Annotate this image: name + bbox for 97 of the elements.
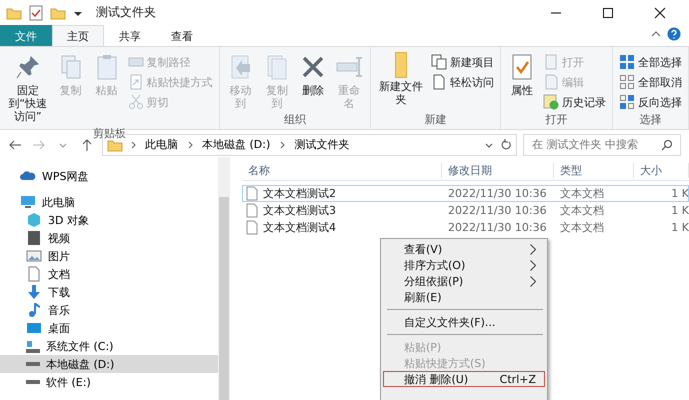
ribbon-tab[interactable]: 文件	[0, 25, 52, 46]
chevron-right-icon	[129, 140, 137, 150]
column-header[interactable]: 类型	[554, 163, 634, 178]
column-header[interactable]: 名称	[242, 163, 442, 178]
ribbon-button[interactable]: 全部选择	[617, 52, 684, 72]
table-cell-text: 2022/11/30 10:36	[447, 187, 548, 200]
sidebar-item[interactable]: 系统文件 (C:)	[0, 337, 218, 355]
up-arrow-icon	[80, 138, 94, 152]
table-cell-text: 1 K	[670, 204, 689, 217]
invert-selection-icon	[619, 94, 635, 110]
sidebar-item[interactable]: 视频	[0, 229, 218, 247]
document-icon	[246, 220, 258, 235]
ribbon-button[interactable]: 固定到“快速访问”	[4, 50, 52, 126]
ribbon-button[interactable]: 全部取消	[617, 72, 684, 92]
ribbon-button[interactable]: 新建项目	[429, 52, 496, 72]
table-cell-text: 2022/11/30 10:36	[447, 221, 548, 234]
ribbon-button[interactable]: 轻松访问	[429, 72, 496, 92]
menu-item[interactable]: 分组依据(P)	[383, 273, 545, 289]
sidebar-item[interactable]: 音乐	[0, 301, 218, 319]
help-icon	[667, 27, 681, 41]
sidebar-item[interactable]: 此电脑	[0, 193, 218, 211]
table-cell-text: 1 K	[670, 221, 689, 234]
group-label: 打开	[544, 112, 568, 127]
download-icon	[26, 284, 42, 300]
music-icon	[26, 302, 42, 318]
file-row[interactable]: 文本文档测试3 2022/11/30 10:36 文本文档 1 K	[242, 202, 689, 219]
film-icon	[26, 230, 42, 246]
group-label: 新建	[424, 112, 448, 127]
sidebar-item[interactable]: 桌面	[0, 319, 218, 337]
search-field[interactable]: 在 测试文件夹 中搜索	[523, 134, 681, 156]
ribbon-tab[interactable]: 主页	[52, 25, 104, 46]
shortcut-icon	[128, 74, 144, 90]
scissors-icon	[128, 94, 144, 110]
breadcrumb-item[interactable]: 此电脑	[143, 137, 180, 152]
close-icon	[654, 6, 666, 18]
sidebar-item[interactable]: 下载	[0, 283, 218, 301]
ribbon-button[interactable]: 反向选择	[617, 92, 684, 112]
table-cell-text: 文本文档	[559, 220, 605, 235]
file-name: 文本文档测试2	[242, 186, 442, 201]
file-name: 文本文档测试3	[242, 203, 442, 218]
sidebar-item[interactable]: 3D 对象	[0, 211, 218, 229]
refresh-icon	[500, 138, 512, 150]
menu-item[interactable]: 撤消 删除(U) Ctrl+Z	[383, 371, 545, 387]
file-name: 文本文档测试4	[242, 220, 442, 235]
table-cell-text: 文本文档	[559, 203, 605, 218]
window-title: 测试文件夹	[96, 4, 157, 21]
ribbon-tab[interactable]: 查看	[156, 25, 208, 46]
ribbon-button[interactable]: 删除	[296, 50, 330, 112]
drive-icon	[26, 362, 40, 366]
menu-item[interactable]: 排序方式(O)	[383, 257, 545, 273]
sidebar-item[interactable]: 文档	[0, 265, 218, 283]
breadcrumb-item[interactable]: 测试文件夹	[292, 137, 352, 152]
breadcrumb-item[interactable]: 本地磁盘 (D:)	[200, 137, 272, 152]
column-header[interactable]: 修改日期	[442, 163, 554, 178]
drive-icon	[26, 339, 40, 353]
ribbon-button[interactable]: 历史记录	[541, 92, 608, 112]
ribbon-button[interactable]: 新建文件夹	[375, 50, 427, 112]
menu-item[interactable]: 自定义文件夹(F)...	[383, 314, 545, 330]
desktop-icon	[26, 320, 42, 336]
scrollbar[interactable]	[218, 157, 230, 400]
drive-icon	[26, 380, 40, 384]
document-icon	[246, 186, 258, 201]
properties-icon	[28, 4, 44, 20]
folder-icon	[395, 52, 408, 78]
page-icon	[431, 74, 447, 90]
history-icon	[543, 94, 559, 110]
sidebar-item[interactable]: 图片	[0, 247, 218, 265]
sidebar-item[interactable]: 本地磁盘 (D:)	[0, 355, 218, 373]
sidebar-item[interactable]: 软件 (E:)	[0, 373, 218, 391]
forward-arrow-icon	[32, 138, 46, 152]
cube-icon	[26, 212, 42, 228]
open-icon	[543, 54, 559, 70]
maximize-icon	[602, 6, 614, 18]
search-icon	[661, 138, 673, 150]
chevron-right-icon	[186, 140, 194, 150]
menu-item[interactable]: 查看(V)	[383, 241, 545, 257]
image-icon	[26, 248, 42, 264]
group-label: 选择	[638, 112, 662, 127]
edit-icon	[543, 74, 559, 90]
monitor-icon	[20, 194, 36, 210]
table-cell-text: 2022/11/30 10:36	[447, 204, 548, 217]
table-cell-text: 文本文档	[559, 186, 605, 201]
back-arrow-icon	[8, 138, 22, 152]
help-button[interactable]	[665, 25, 683, 43]
chevron-right-icon	[278, 140, 286, 150]
document-icon	[26, 266, 42, 282]
column-header[interactable]: 大小	[634, 163, 689, 178]
ribbon-tab[interactable]: 共享	[104, 25, 156, 46]
ribbon-button[interactable]: 属性	[505, 50, 539, 112]
sidebar-item[interactable]: WPS网盘	[0, 167, 218, 185]
new-item-icon	[431, 54, 447, 70]
select-all-icon	[619, 54, 635, 70]
select-none-icon	[619, 74, 635, 90]
group-label: 组织	[282, 112, 307, 128]
file-row[interactable]: 文本文档测试4 2022/11/30 10:36 文本文档 1 K	[242, 219, 689, 236]
document-icon	[246, 203, 258, 218]
menu-item[interactable]: 刷新(E)	[383, 289, 545, 305]
